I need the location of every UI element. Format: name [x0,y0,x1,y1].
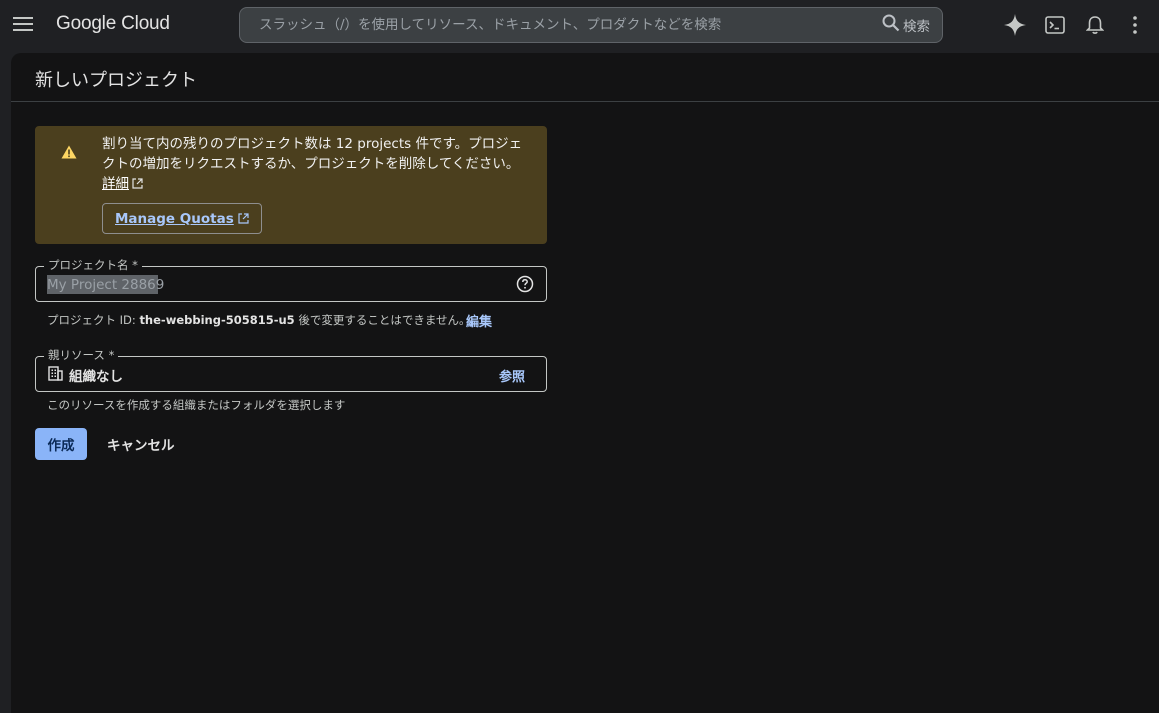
search-input[interactable] [240,17,882,33]
warning-message: 割り当て内の残りのプロジェクト数は 12 projects 件です。プロジェクト… [102,134,534,194]
google-cloud-logo[interactable]: Google Cloud [56,13,170,35]
browse-button[interactable]: 参照 [499,366,525,385]
create-button[interactable]: 作成 [35,428,87,460]
project-id-hint: プロジェクト ID: the-webbing-505815-u5 後で変更するこ… [47,312,471,328]
search-bar: 検索 [239,7,943,43]
edit-project-id-link[interactable]: 編集 [466,311,492,330]
project-name-label: プロジェクト名 * [44,258,142,272]
help-icon[interactable] [516,275,534,293]
main-panel: 新しいプロジェクト 割り当て内の残りのプロジェクト数は 12 projects … [11,53,1159,713]
external-link-icon [238,213,249,224]
cancel-button[interactable]: キャンセル [98,428,184,460]
search-button-label: 検索 [903,19,930,35]
parent-resource-hint: このリソースを作成する組織またはフォルダを選択します [47,398,346,412]
project-name-input[interactable] [47,275,487,295]
parent-resource-value: 組織なし [69,369,123,385]
manage-quotas-label: Manage Quotas [115,210,234,227]
top-app-bar: Google Cloud 検索 [0,0,1159,52]
project-id-suffix: 後で変更することはできません。 [294,313,471,327]
search-icon [882,14,900,36]
warning-icon [61,144,77,163]
cloud-shell-icon[interactable] [1041,11,1069,39]
details-link[interactable]: 詳細 [102,176,143,192]
external-link-icon [132,178,143,189]
warning-text: 割り当て内の残りのプロジェクト数は 12 projects 件です。プロジェクト… [102,136,523,172]
project-id-prefix: プロジェクト ID: [47,313,140,327]
parent-resource-label: 親リソース * [44,348,119,362]
parent-resource-field[interactable]: 親リソース * 組織なし 参照 [35,348,547,392]
more-vert-icon[interactable] [1121,11,1149,39]
project-id-value: the-webbing-505815-u5 [139,313,295,327]
manage-quotas-button[interactable]: Manage Quotas [102,203,262,234]
page-header: 新しいプロジェクト [11,53,1159,102]
details-link-label: 詳細 [102,176,129,192]
project-name-field[interactable]: プロジェクト名 * [35,258,547,302]
quota-warning-banner: 割り当て内の残りのプロジェクト数は 12 projects 件です。プロジェクト… [35,126,547,244]
page-title: 新しいプロジェクト [35,70,197,91]
organization-icon [48,366,63,385]
gemini-spark-icon[interactable] [1001,11,1029,39]
search-button[interactable]: 検索 [882,14,942,36]
menu-icon[interactable] [9,10,37,38]
bell-icon[interactable] [1081,11,1109,39]
